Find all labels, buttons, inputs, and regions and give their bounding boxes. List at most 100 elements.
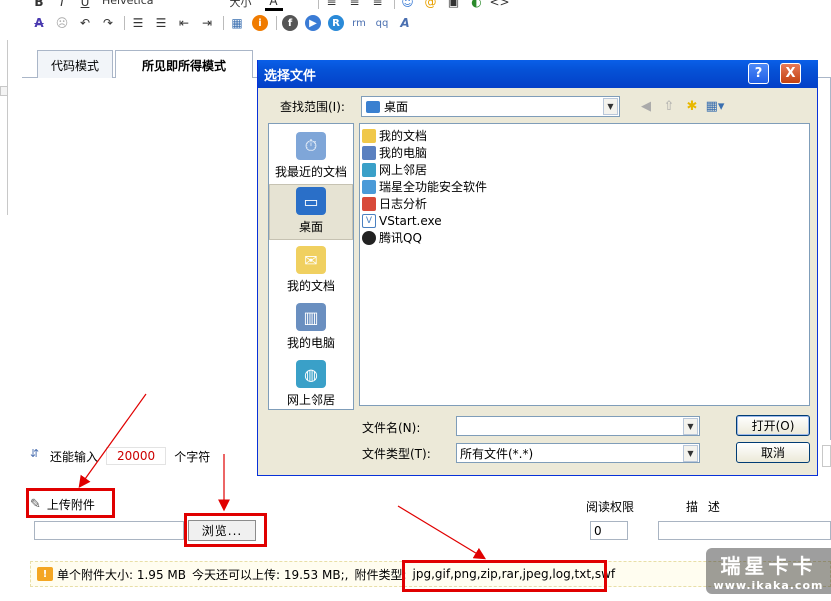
- places-bar: ⏱ 我最近的文档 ▭ 桌面 ✉ 我的文档 ▥ 我的电脑 ◍ 网上邻居: [268, 123, 354, 410]
- flash-insert-icon[interactable]: f: [281, 14, 299, 32]
- file-path-input[interactable]: [34, 521, 184, 540]
- font-size-select[interactable]: 大小: [227, 0, 255, 10]
- lookin-select[interactable]: 桌面 ▼: [361, 96, 620, 117]
- recent-documents-icon: ⏱: [296, 132, 326, 160]
- qq-icon[interactable]: qq: [373, 14, 391, 32]
- place-label: 网上邻居: [286, 393, 335, 407]
- right-edge-box: [822, 445, 831, 467]
- font-name-select[interactable]: Helvetica: [99, 0, 157, 10]
- ordered-list-icon[interactable]: ☰: [129, 14, 147, 32]
- back-icon[interactable]: ◀: [636, 97, 656, 116]
- place-network[interactable]: ◍ 网上邻居: [269, 356, 353, 412]
- tab-code-mode[interactable]: 代码模式: [37, 50, 113, 79]
- filetype-select[interactable]: 所有文件(*.*) ▼: [456, 443, 700, 463]
- highlight-types-box: [402, 560, 607, 592]
- file-name: 我的文档: [379, 129, 428, 143]
- wmv-icon[interactable]: rm: [350, 14, 368, 32]
- place-label: 我的文档: [286, 279, 335, 293]
- indent-icon[interactable]: ⇥: [198, 14, 216, 32]
- filetype-label: 文件类型(T):: [362, 447, 431, 461]
- tab-wysiwyg-mode[interactable]: 所见即所得模式: [115, 50, 253, 80]
- table-icon[interactable]: ▦: [228, 14, 246, 32]
- list-item[interactable]: 瑞星全功能安全软件: [362, 178, 809, 195]
- list-item[interactable]: 腾讯QQ: [362, 229, 809, 246]
- file-name: 瑞星全功能安全软件: [379, 180, 488, 194]
- outdent-icon[interactable]: ⇤: [175, 14, 193, 32]
- computer-icon: ▥: [296, 303, 326, 331]
- font-color-icon[interactable]: A: [264, 0, 283, 11]
- vstart-icon: V: [362, 213, 376, 228]
- place-my-computer[interactable]: ▥ 我的电脑: [269, 299, 353, 355]
- info-icon[interactable]: i: [251, 14, 269, 32]
- computer-icon: [362, 145, 376, 160]
- list-item[interactable]: 我的电脑: [362, 144, 809, 161]
- cancel-button[interactable]: 取消: [736, 442, 810, 463]
- file-name: 网上邻居: [379, 163, 428, 177]
- align-center-icon[interactable]: ≡: [346, 0, 364, 11]
- align-right-icon[interactable]: ≡: [369, 0, 387, 11]
- counter-suffix: 个字符: [174, 449, 211, 464]
- chevron-down-icon[interactable]: ▼: [683, 445, 698, 462]
- undo-icon[interactable]: ↶: [76, 14, 94, 32]
- emoticon-icon[interactable]: ☺: [399, 0, 417, 11]
- media-icon[interactable]: R: [327, 14, 345, 32]
- network-icon: [362, 162, 376, 177]
- place-my-documents[interactable]: ✉ 我的文档: [269, 242, 353, 298]
- left-margin-strip: [0, 40, 8, 215]
- file-types-label: 附件类型:: [354, 567, 407, 582]
- up-folder-icon[interactable]: ⇧: [659, 97, 679, 116]
- toolbar-row-2: A ☹ ↶ ↷ ☰ ☰ ⇤ ⇥ ▦ i f ▶ R rm qq A: [30, 14, 419, 32]
- network-icon: ◍: [296, 360, 326, 388]
- file-list[interactable]: 我的文档 我的电脑 网上邻居 瑞星全功能安全软件 日志分析 V VStart.e…: [359, 123, 810, 406]
- toolbar-divider: [393, 0, 395, 9]
- view-menu-icon[interactable]: ▦▾: [705, 97, 725, 116]
- toolbar-divider: [317, 0, 319, 9]
- realplayer-icon[interactable]: ▶: [304, 14, 322, 32]
- highlight-upload-box: [26, 488, 115, 518]
- place-desktop[interactable]: ▭ 桌面: [269, 184, 353, 240]
- file-name: 日志分析: [379, 197, 428, 211]
- bold-icon[interactable]: B: [30, 0, 48, 11]
- filetype-value: 所有文件(*.*): [460, 446, 534, 461]
- help-button[interactable]: ?: [748, 63, 769, 84]
- image-icon[interactable]: ▣: [445, 0, 463, 11]
- list-item[interactable]: V VStart.exe: [362, 212, 809, 229]
- underline-icon[interactable]: U: [76, 0, 94, 11]
- source-icon[interactable]: <>: [489, 0, 509, 11]
- list-item[interactable]: 网上邻居: [362, 161, 809, 178]
- close-button[interactable]: X: [780, 63, 801, 84]
- permission-input[interactable]: 0: [590, 521, 628, 540]
- list-item[interactable]: 我的文档: [362, 127, 809, 144]
- chevron-down-icon[interactable]: ▼: [603, 98, 618, 115]
- today-quota-text: 今天还可以上传: 19.53 MB;,: [191, 567, 349, 582]
- description-input[interactable]: [658, 521, 831, 540]
- unordered-list-icon[interactable]: ☰: [152, 14, 170, 32]
- antivirus-icon: [362, 179, 376, 194]
- watermark-title: 瑞星卡卡: [720, 554, 817, 578]
- align-left-icon[interactable]: ≡: [323, 0, 341, 11]
- filename-input[interactable]: ▼: [456, 416, 700, 436]
- redo-icon[interactable]: ↷: [99, 14, 117, 32]
- file-name: 腾讯QQ: [379, 231, 422, 245]
- dialog-title-bar[interactable]: 选择文件: [258, 60, 818, 88]
- place-recent[interactable]: ⏱ 我最近的文档: [269, 128, 353, 184]
- editor-toolbar: B I U Helvetica 大小 A ≡ ≡ ≡ ☺ @ ▣ ◐ <> A …: [0, 0, 831, 40]
- new-folder-icon[interactable]: ✱: [682, 97, 702, 116]
- smiley-icon[interactable]: ☹: [53, 14, 71, 32]
- text-icon[interactable]: A: [396, 14, 414, 32]
- file-chooser-dialog: 选择文件 ? X 查找范围(I): 桌面 ▼ ◀ ⇧ ✱ ▦▾ ⏱ 我最近的文档…: [257, 60, 818, 476]
- toolbar-divider: [124, 16, 125, 30]
- at-icon[interactable]: @: [422, 0, 440, 11]
- watermark-url: www.ikaka.com: [713, 579, 824, 592]
- resize-icon[interactable]: ⇵: [30, 447, 48, 465]
- single-size-text: 单个附件大小: 1.95 MB: [57, 567, 186, 582]
- italic-icon[interactable]: I: [53, 0, 71, 11]
- strikethrough-icon[interactable]: A: [30, 14, 48, 32]
- open-button[interactable]: 打开(O): [736, 415, 810, 436]
- dialog-nav-toolbar: ◀ ⇧ ✱ ▦▾: [636, 97, 728, 116]
- desktop-icon: ▭: [296, 187, 326, 215]
- flash-icon[interactable]: ◐: [468, 0, 486, 11]
- log-analysis-icon: [362, 196, 376, 211]
- chevron-down-icon[interactable]: ▼: [683, 418, 698, 435]
- list-item[interactable]: 日志分析: [362, 195, 809, 212]
